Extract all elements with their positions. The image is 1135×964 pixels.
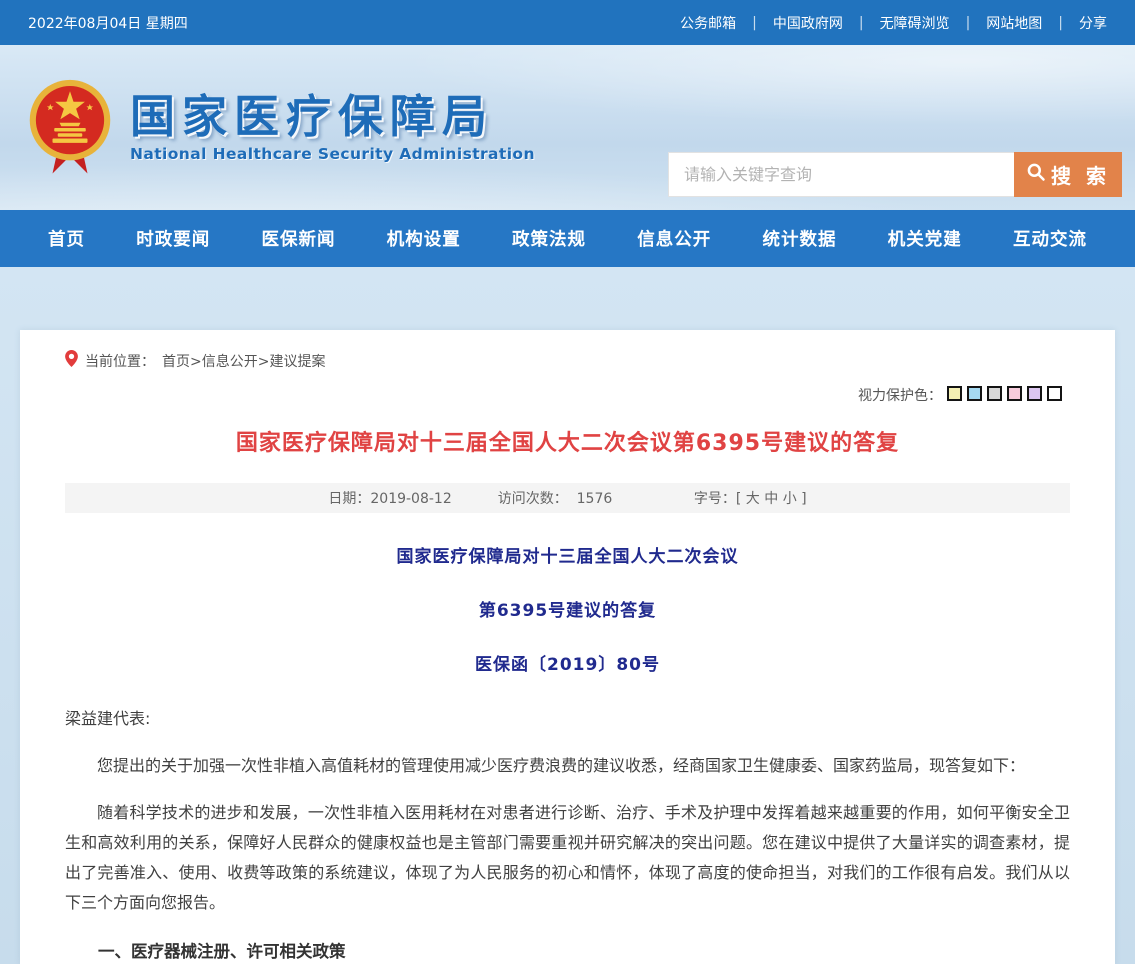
nav-item-info-disclosure[interactable]: 信息公开: [637, 226, 711, 251]
top-link-sitemap[interactable]: 网站地图: [986, 13, 1042, 33]
eye-protection-swatch[interactable]: [987, 386, 1002, 401]
salutation: 梁益建代表:: [65, 704, 1070, 734]
search-button-label: 搜 索: [1051, 160, 1110, 189]
site-logo-link[interactable]: 国家医疗保障局 National Healthcare Security Adm…: [26, 79, 535, 177]
section-heading-1: 一、医疗器械注册、许可相关政策: [65, 937, 1070, 964]
main-nav: 首页 时政要闻 医保新闻 机构设置 政策法规 信息公开 统计数据 机关党建 互动…: [0, 210, 1135, 267]
eye-protection-row: 视力保护色：: [65, 385, 1062, 405]
eye-protection-swatch[interactable]: [947, 386, 962, 401]
top-link-gov[interactable]: 中国政府网: [773, 13, 843, 33]
nav-item-organization[interactable]: 机构设置: [387, 226, 461, 251]
top-link-separator: |: [859, 15, 864, 31]
national-emblem-icon: [26, 79, 114, 177]
top-link-accessibility[interactable]: 无障碍浏览: [880, 13, 950, 33]
eye-protection-label: 视力保护色：: [858, 385, 942, 405]
paragraph-2: 随着科学技术的进步和发展，一次性非植入医用耗材在对患者进行诊断、治疗、手术及护理…: [65, 798, 1070, 918]
article-body: 梁益建代表: 您提出的关于加强一次性非植入高值耗材的管理使用减少医疗费浪费的建议…: [65, 704, 1070, 964]
site-banner: 国家医疗保障局 National Healthcare Security Adm…: [0, 45, 1135, 210]
paragraph-1: 您提出的关于加强一次性非植入高值耗材的管理使用减少医疗费浪费的建议收悉，经商国家…: [65, 751, 1070, 781]
current-date: 2022年08月04日 星期四: [28, 13, 188, 33]
top-link-share[interactable]: 分享: [1079, 13, 1107, 33]
nav-item-policies[interactable]: 政策法规: [512, 226, 586, 251]
top-bar: 2022年08月04日 星期四 公务邮箱 | 中国政府网 | 无障碍浏览 | 网…: [0, 0, 1135, 45]
article-date: 日期：2019-08-12: [328, 488, 451, 508]
top-link-mail[interactable]: 公务邮箱: [680, 13, 736, 33]
article-visits: 访问次数： 1576: [498, 488, 613, 508]
nav-item-politics-news[interactable]: 时政要闻: [136, 226, 210, 251]
doc-number: 医保函〔2019〕80号: [65, 650, 1070, 675]
doc-title-line1: 国家医疗保障局对十三届全国人大二次会议: [65, 542, 1070, 567]
search-input[interactable]: [668, 152, 1014, 197]
font-size-label: 字号：: [694, 491, 736, 507]
eye-protection-swatch[interactable]: [1007, 386, 1022, 401]
nav-item-home[interactable]: 首页: [48, 226, 85, 251]
article-title: 国家医疗保障局对十三届全国人大二次会议第6395号建议的答复: [65, 425, 1070, 457]
eye-protection-swatch[interactable]: [1047, 386, 1062, 401]
search-button[interactable]: 搜 索: [1014, 152, 1122, 197]
eye-protection-swatch[interactable]: [967, 386, 982, 401]
nav-item-statistics[interactable]: 统计数据: [763, 226, 837, 251]
nav-item-medicare-news[interactable]: 医保新闻: [262, 226, 336, 251]
content-box: 当前位置： 首页>信息公开>建议提案 视力保护色： 国家医疗保障局对十三届全国人…: [20, 330, 1115, 964]
site-name: 国家医疗保障局: [130, 92, 535, 142]
breadcrumb-path[interactable]: 首页>信息公开>建议提案: [162, 351, 325, 371]
article-meta-bar: 日期：2019-08-12 访问次数： 1576 字号：[ 大 中 小 ]: [65, 483, 1070, 513]
search-icon: [1026, 162, 1046, 187]
eye-protection-swatches: [942, 386, 1062, 405]
nav-item-party-building[interactable]: 机关党建: [888, 226, 962, 251]
font-size-control: 字号：[ 大 中 小 ]: [658, 472, 806, 524]
top-links: 公务邮箱 | 中国政府网 | 无障碍浏览 | 网站地图 | 分享: [680, 13, 1107, 33]
top-link-separator: |: [752, 15, 757, 31]
site-title: 国家医疗保障局 National Healthcare Security Adm…: [130, 92, 535, 163]
top-link-separator: |: [1058, 15, 1063, 31]
page-background: 当前位置： 首页>信息公开>建议提案 视力保护色： 国家医疗保障局对十三届全国人…: [0, 267, 1135, 964]
top-link-separator: |: [966, 15, 971, 31]
breadcrumb: 当前位置： 首页>信息公开>建议提案: [65, 350, 1070, 371]
site-name-en: National Healthcare Security Administrat…: [130, 145, 535, 163]
search-area: 搜 索: [668, 152, 1122, 197]
location-pin-icon: [65, 350, 78, 371]
nav-item-interaction[interactable]: 互动交流: [1013, 226, 1087, 251]
doc-title-line2: 第6395号建议的答复: [65, 596, 1070, 621]
breadcrumb-label: 当前位置：: [85, 351, 155, 371]
font-size-options[interactable]: [ 大 中 小 ]: [736, 491, 807, 507]
eye-protection-swatch[interactable]: [1027, 386, 1042, 401]
